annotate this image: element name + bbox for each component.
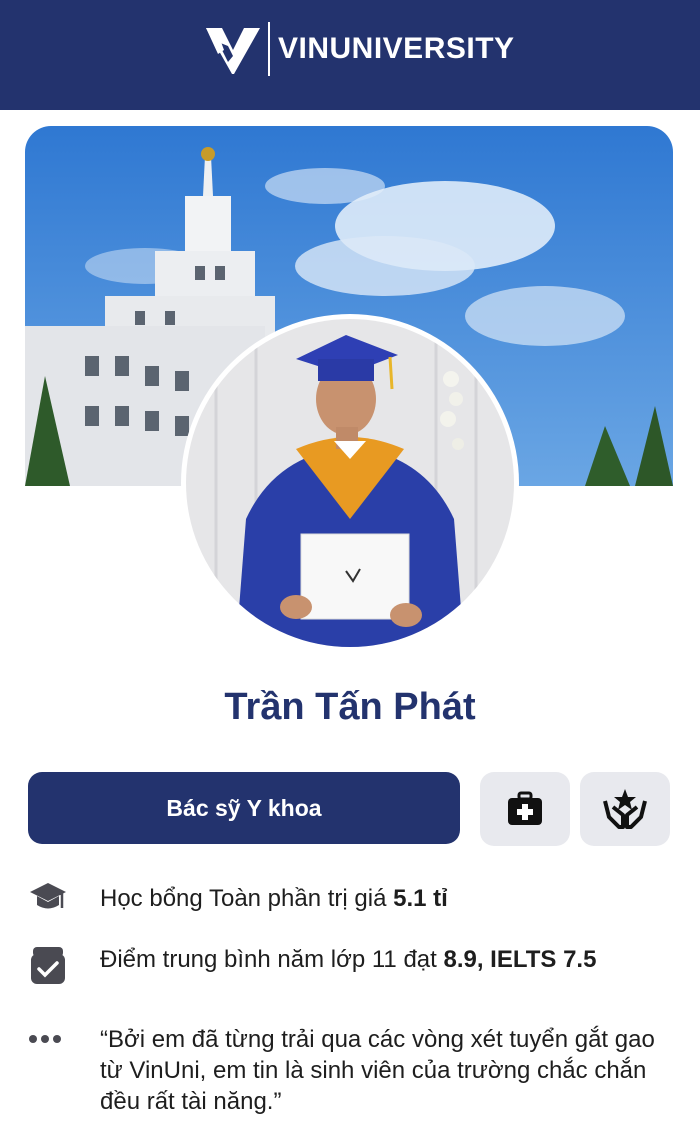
- header-bar: VINUNIVERSITY: [0, 0, 700, 110]
- profile-avatar[interactable]: [181, 314, 519, 652]
- major-button[interactable]: Bác sỹ Y khoa: [28, 772, 460, 844]
- scores-value: 8.9, IELTS 7.5: [443, 946, 597, 973]
- scores-text: Điểm trung bình năm lớp 11 đạt 8.9, IELT…: [100, 946, 597, 973]
- quote-text: “Bởi em đã từng trải qua các vòng xét tu…: [100, 1026, 655, 1115]
- medical-kit-icon: [508, 791, 542, 825]
- profile-name: Trần Tấn Phát: [224, 686, 476, 728]
- vinuniversity-logo[interactable]: VINUNIVERSITY: [204, 20, 515, 78]
- hands-holding-star-icon: [603, 789, 647, 829]
- logo-divider: [268, 22, 270, 76]
- archive-box-icon: [31, 947, 65, 984]
- avatar-photo: [186, 319, 514, 647]
- scholarship-text: Học bổng Toàn phần trị giá 5.1 tỉ: [100, 885, 448, 912]
- care-button[interactable]: [580, 772, 670, 846]
- medical-kit-button[interactable]: [480, 772, 570, 846]
- graduation-cap-icon: [30, 883, 66, 909]
- scholarship-value: 5.1 tỉ: [393, 885, 448, 912]
- vinuni-logo-icon: [206, 28, 260, 74]
- brand-name: VINUNIVERSITY: [278, 32, 515, 65]
- more-dots-icon[interactable]: [28, 1034, 64, 1044]
